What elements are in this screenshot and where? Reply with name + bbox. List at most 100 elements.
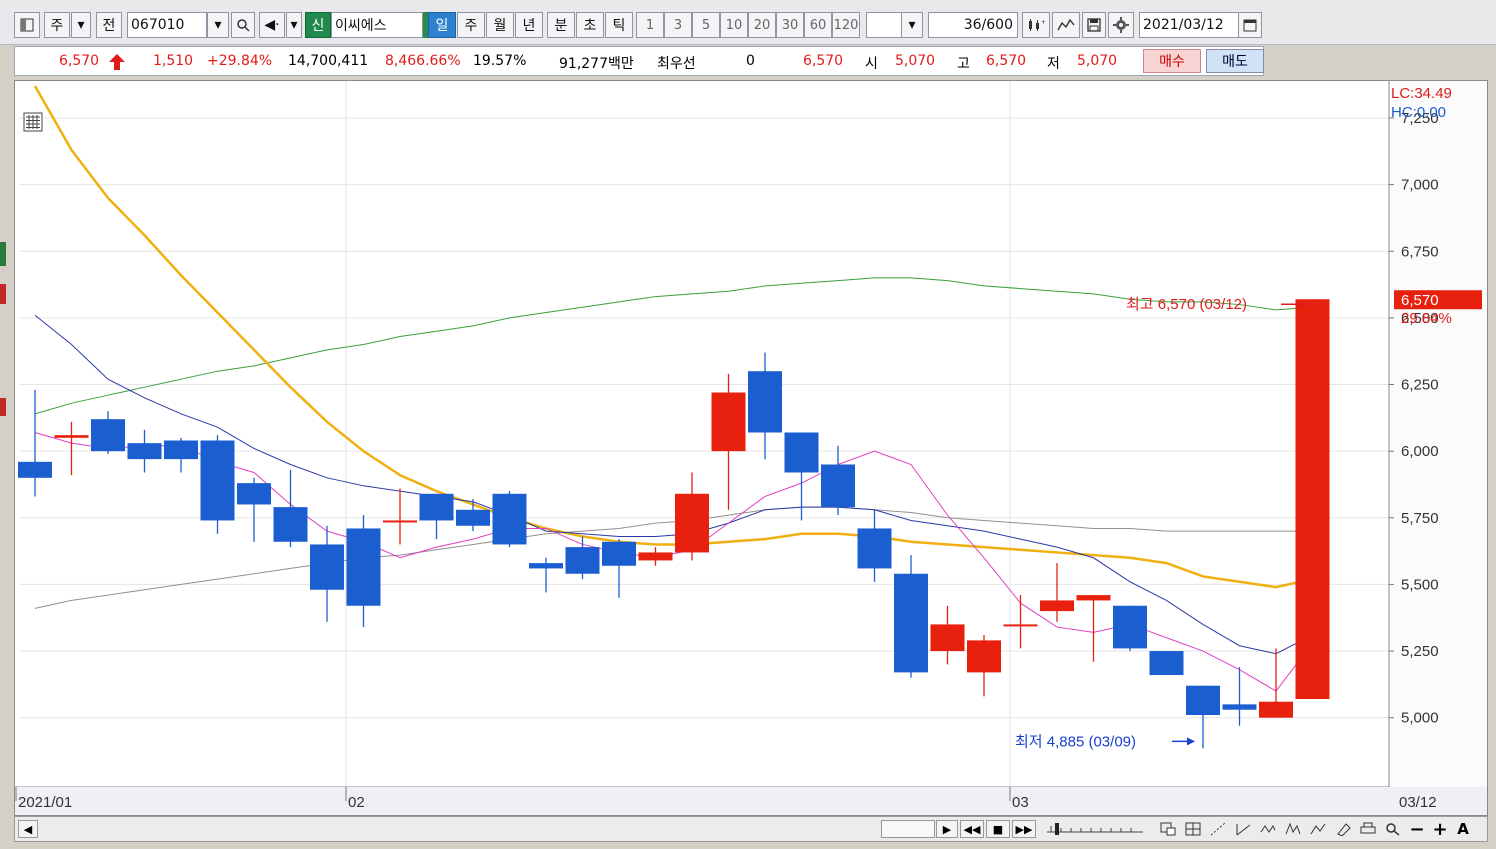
candle (273, 469, 308, 548)
interval-button-1[interactable]: 1 (636, 12, 664, 38)
candle (91, 411, 125, 454)
pattern-tool-icon[interactable] (1307, 820, 1329, 838)
fibonacci-icon[interactable] (1282, 820, 1304, 838)
candle-body (127, 443, 162, 460)
candle (1040, 563, 1074, 622)
drawing-tool-icon[interactable] (1207, 820, 1229, 838)
print-icon[interactable] (1357, 820, 1379, 838)
candle (419, 493, 454, 540)
period-tab-2[interactable]: 월 (486, 12, 514, 38)
candle-body (748, 371, 782, 433)
interval-button-60[interactable]: 60 (804, 12, 832, 38)
zoom-in-icon[interactable]: + (1430, 819, 1450, 840)
date-axis-background (15, 787, 1487, 815)
candle-body (200, 440, 235, 521)
market-type-select[interactable]: 주 (44, 12, 70, 38)
text-tool-icon[interactable]: A (1453, 820, 1473, 838)
period-tab-5[interactable]: 초 (576, 12, 604, 38)
layout-multi-icon[interactable] (1182, 820, 1204, 838)
price-axis-label: 5,750 (1401, 510, 1439, 527)
candle (1295, 299, 1330, 700)
candlestick-chart[interactable]: 7,2507,0006,7506,5006,2506,0005,7505,500… (15, 81, 1487, 815)
erase-tool-icon[interactable] (1332, 820, 1354, 838)
credit-badge: 신 (305, 12, 331, 38)
candle (638, 547, 673, 566)
period-tab-6[interactable]: 틱 (605, 12, 633, 38)
save-icon[interactable] (1082, 12, 1106, 38)
trade-amount: 91,277백만 (559, 56, 634, 72)
chart-toolbar: 주 ▾ 전 067010 ▾ ◀· ▾ 신 이씨에스 ▾ 36/600 + 20… (0, 0, 1496, 45)
interval-button-120[interactable]: 120 (832, 12, 860, 38)
price-axis-label: 5,000 (1401, 710, 1439, 727)
candle-body (1003, 624, 1038, 627)
data-count-field[interactable]: 36/600 (928, 12, 1018, 38)
interval-button-30[interactable]: 30 (776, 12, 804, 38)
date-input[interactable]: 2021/03/12 (1139, 12, 1239, 38)
candle-body (1040, 600, 1074, 612)
price-chart-panel[interactable]: 7,250 7,000 6,750 6,500 6,250 6,000 5,750 5,500… (14, 80, 1488, 816)
period-tab-3[interactable]: 년 (515, 12, 543, 38)
low-price: 5,070 (1077, 53, 1118, 69)
rewind-icon[interactable]: ◀◀ (960, 820, 984, 838)
indicator-icon[interactable] (1052, 12, 1080, 38)
open-label: 시 (865, 56, 878, 72)
sound-dropdown-chevron-down-icon[interactable]: ▾ (286, 12, 302, 38)
trendline-icon[interactable] (1232, 820, 1254, 838)
stock-code-input[interactable]: 067010 (127, 12, 207, 38)
period-tab-0[interactable]: 일 (428, 12, 456, 38)
price-axis-label: 7,000 (1401, 177, 1439, 194)
current-price: 6,570 (59, 53, 100, 69)
interval-button-20[interactable]: 20 (748, 12, 776, 38)
interval-dropdown-chevron-down-icon[interactable]: ▾ (901, 12, 923, 38)
candle (711, 373, 746, 510)
fast-forward-icon[interactable]: ▶▶ (1012, 820, 1036, 838)
table-view-icon[interactable] (23, 112, 43, 132)
candle-body (638, 552, 673, 561)
interval-button-5[interactable]: 5 (692, 12, 720, 38)
sell-button[interactable]: 매도 (1206, 49, 1264, 73)
code-dropdown-chevron-down-icon[interactable]: ▾ (207, 12, 229, 38)
candle (1259, 648, 1293, 718)
scroll-thumb[interactable] (881, 820, 935, 838)
layout-single-icon[interactable] (1157, 820, 1179, 838)
prev-close-toggle[interactable]: 전 (96, 12, 122, 38)
period-tab-1[interactable]: 주 (457, 12, 485, 38)
candle-body (1113, 605, 1147, 649)
interval-button-10[interactable]: 10 (720, 12, 748, 38)
period-tab-4[interactable]: 분 (547, 12, 575, 38)
window-menu-icon[interactable] (14, 12, 40, 38)
candle (237, 477, 271, 542)
candle (200, 435, 235, 534)
calendar-icon[interactable] (1238, 12, 1262, 38)
candle (894, 555, 928, 678)
scroll-left-button[interactable]: ◀ (18, 820, 38, 838)
candle-body (164, 440, 198, 460)
price-axis-label: 6,750 (1401, 243, 1439, 260)
zoom-slider[interactable] (1043, 820, 1147, 838)
stop-icon[interactable]: ■ (986, 820, 1010, 838)
candle-body (565, 547, 600, 574)
best-quote-value: 0 (746, 53, 755, 69)
interval-button-3[interactable]: 3 (664, 12, 692, 38)
best-quote-label: 최우선 (657, 56, 696, 72)
custom-interval-input[interactable] (866, 12, 906, 38)
market-dropdown-chevron-down-icon[interactable]: ▾ (71, 12, 91, 38)
sound-icon[interactable]: ◀· (259, 12, 285, 38)
last-price-tag: 6,570 (1401, 292, 1439, 309)
candle (383, 488, 417, 545)
candle-body (1259, 701, 1293, 718)
buy-button[interactable]: 매수 (1143, 49, 1201, 73)
candle-body (54, 435, 89, 438)
zoom-out-icon[interactable]: − (1407, 819, 1427, 840)
chart-type-icon[interactable]: + (1022, 12, 1050, 38)
scroll-right-button[interactable]: ▶ (936, 820, 958, 838)
candle-body (1149, 651, 1184, 676)
last-percent-tag: 29.84% (1401, 310, 1452, 327)
gear-icon[interactable] (1108, 12, 1134, 38)
up-arrow-icon (109, 54, 125, 70)
candle-body (857, 528, 892, 569)
candle-body (930, 624, 965, 652)
zoom-search-icon[interactable] (1382, 820, 1404, 838)
wave-tool-icon[interactable] (1257, 820, 1279, 838)
search-icon[interactable] (231, 12, 255, 38)
